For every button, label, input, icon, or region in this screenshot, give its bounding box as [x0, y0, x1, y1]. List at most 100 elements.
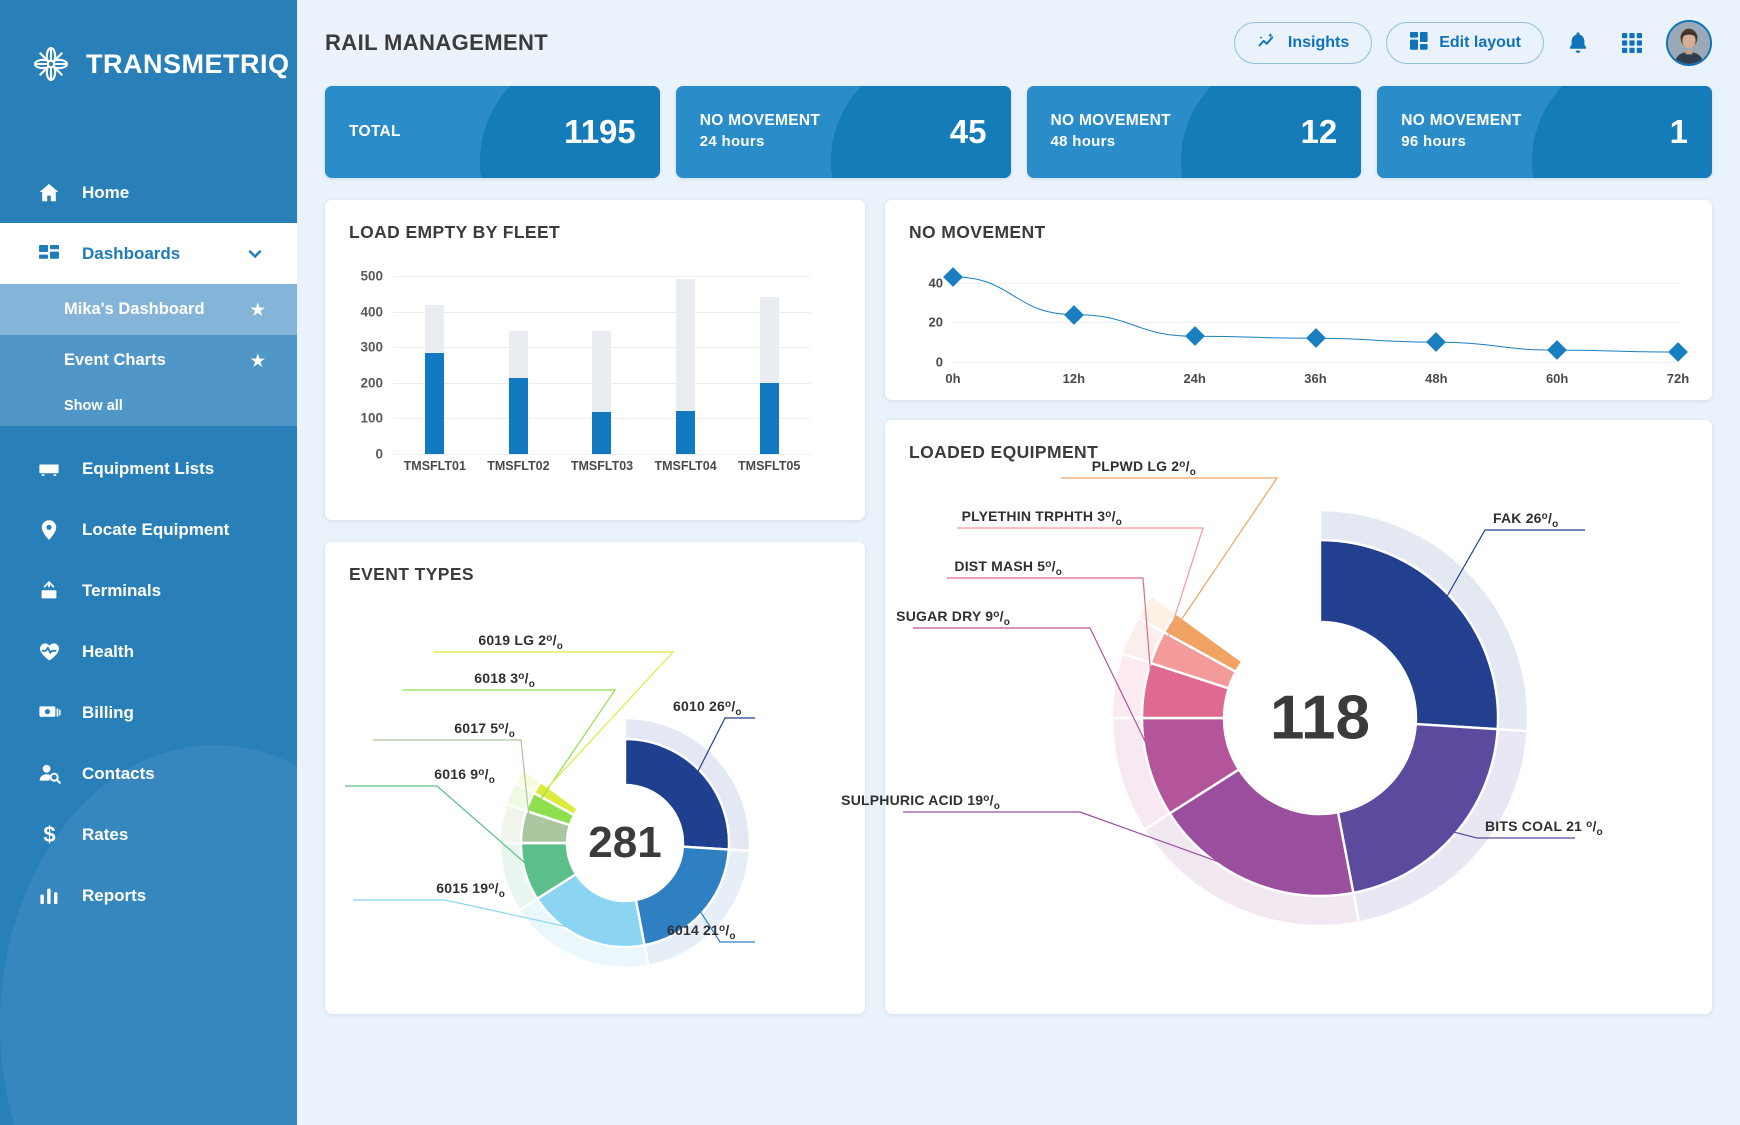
kpi-label-text: NO MOVEMENT — [1401, 112, 1522, 130]
kpi-value: 12 — [1300, 113, 1338, 150]
kpi-card-total[interactable]: TOTAL 1195 — [325, 86, 660, 178]
notifications-bell-button[interactable] — [1558, 23, 1598, 63]
dashboard-app: TRANSMETRIQ Home Dashboards Mika's Dashb… — [0, 0, 1740, 1125]
line-chart: 0 20 40 0h 12h 24h 36h 48h 60h 72h — [909, 261, 1689, 391]
card-title: LOAD EMPTY BY FLEET — [349, 222, 561, 242]
bar-column[interactable]: TMSFLT01 — [393, 269, 477, 473]
svg-text:$: $ — [43, 822, 55, 847]
card-title: EVENT TYPES — [349, 564, 474, 584]
sidebar-item-label: Dashboards — [82, 243, 181, 263]
donut-slice-label: FAK 26o/o — [1493, 510, 1559, 530]
sidebar-item-locate-equipment[interactable]: Locate Equipment — [0, 499, 297, 560]
bar-loaded-fill — [508, 378, 528, 454]
kpi-row: TOTAL 1195 NO MOVEMENT 24 hours 45 NO MO… — [297, 86, 1740, 178]
banknote-icon — [36, 700, 62, 726]
sidebar-item-terminals[interactable]: Terminals — [0, 560, 297, 621]
bar-loaded-fill — [592, 412, 612, 454]
sidebar-item-label: Home — [82, 182, 130, 202]
kpi-label: NO MOVEMENT 96 hours — [1401, 111, 1521, 153]
sidebar-item-home[interactable]: Home — [0, 162, 297, 223]
sidebar-subitem-mikas-dashboard[interactable]: Mika's Dashboard ★ — [0, 284, 297, 335]
star-icon[interactable]: ★ — [251, 351, 265, 371]
y-axis-tick-label: 400 — [360, 304, 383, 320]
sidebar-subitem-label: Mika's Dashboard — [64, 300, 205, 318]
left-column: LOAD EMPTY BY FLEET 0 100 200 300 400 500 TMSF… — [325, 200, 865, 1014]
kpi-value: 1 — [1669, 113, 1688, 150]
bar-chart-icon — [36, 883, 62, 909]
kpi-sublabel-text: 48 hours — [1050, 133, 1116, 150]
donut-center-value: 281 — [588, 818, 662, 867]
railcar-icon — [36, 456, 62, 482]
dollar-icon: $ — [36, 822, 62, 848]
bar-column[interactable]: TMSFLT02 — [477, 269, 561, 473]
sidebar-item-reports[interactable]: Reports — [0, 865, 297, 926]
bar-column[interactable]: TMSFLT03 — [560, 269, 644, 473]
insights-label: Insights — [1287, 34, 1350, 51]
layout-grid-icon — [1409, 31, 1429, 56]
kpi-card-no-movement-24h[interactable]: NO MOVEMENT 24 hours 45 — [675, 86, 1011, 178]
x-axis-tick-label: 60h — [1545, 371, 1569, 386]
donut-slice-label: 6019 LG 2o/o — [478, 632, 563, 652]
sidebar-item-label: Rates — [82, 824, 129, 844]
sidebar-item-equipment-lists[interactable]: Equipment Lists — [0, 438, 297, 499]
y-axis-tick-label: 100 — [360, 410, 383, 426]
chevron-down-icon[interactable] — [245, 244, 265, 264]
donut-slice-label: 6014 21o/o — [667, 922, 736, 942]
apps-grid-button[interactable] — [1612, 23, 1652, 63]
donut-slice-label: BITS COAL 21 o/o — [1485, 818, 1603, 838]
star-icon[interactable]: ★ — [251, 300, 265, 320]
donut-slice-label: SULPHURIC ACID 19o/o — [841, 792, 1000, 812]
user-avatar[interactable] — [1666, 20, 1712, 66]
sidebar-item-contacts[interactable]: Contacts — [0, 743, 297, 804]
kpi-label-text: TOTAL — [349, 122, 401, 140]
sidebar-nav: Home Dashboards Mika's Dashboard ★ Event… — [0, 162, 297, 926]
y-axis-tick-label: 200 — [360, 375, 383, 391]
heart-pulse-icon — [36, 639, 62, 665]
trend-line-sparkle-icon — [1257, 30, 1278, 56]
bar-column[interactable]: TMSFLT05 — [727, 269, 811, 473]
bar-group: TMSFLT01 TMSFLT02 TMSFLT03 TMSFLT04 TMSFLT05 — [393, 269, 811, 473]
x-axis-tick-label: TMSFLT05 — [738, 459, 801, 473]
kpi-sublabel-text: 96 hours — [1401, 133, 1467, 150]
sidebar: TRANSMETRIQ Home Dashboards Mika's Dashb… — [0, 0, 297, 1125]
loaded-equipment-donut: 118 FAK 26o/o BITS COAL 21 o/o SULPHURIC AC… — [841, 458, 1712, 1010]
terminal-crane-icon — [36, 578, 62, 604]
kpi-card-no-movement-48h[interactable]: NO MOVEMENT 48 hours 12 — [1026, 86, 1362, 178]
sidebar-item-label: Health — [82, 641, 134, 661]
brand[interactable]: TRANSMETRIQ — [0, 0, 297, 100]
kpi-label: NO MOVEMENT 48 hours — [1051, 111, 1171, 153]
card-title: NO MOVEMENT — [909, 222, 1046, 242]
donut-slice-label: 6015 19o/o — [436, 880, 505, 900]
dashboards-grid-icon — [36, 241, 62, 267]
sidebar-item-dashboards[interactable]: Dashboards — [0, 223, 297, 284]
bar-column[interactable]: TMSFLT04 — [644, 269, 728, 473]
x-axis-tick-label: TMSFLT04 — [654, 459, 717, 473]
person-search-icon — [36, 761, 62, 787]
kpi-label-text: NO MOVEMENT — [699, 112, 821, 130]
sidebar-item-rates[interactable]: $ Rates — [0, 804, 297, 865]
y-axis-tick-label: 40 — [928, 275, 943, 291]
edit-layout-label: Edit layout — [1439, 34, 1521, 51]
donut-slice-label: 6017 5o/o — [454, 720, 515, 740]
insights-button[interactable]: Insights — [1233, 22, 1373, 64]
card-loaded-equipment: LOADED EQUIPMENT 118 FAK 26o/o BITS COAL 2… — [841, 420, 1712, 1014]
sidebar-item-health[interactable]: Health — [0, 621, 297, 682]
x-axis-tick-label: 36h — [1304, 371, 1327, 386]
kpi-card-no-movement-96h[interactable]: NO MOVEMENT 96 hours 1 — [1377, 86, 1712, 178]
sidebar-show-all[interactable]: Show all — [0, 386, 297, 426]
edit-layout-button[interactable]: Edit layout — [1386, 22, 1544, 64]
x-axis-tick-label: 0h — [945, 371, 961, 386]
kpi-value: 45 — [949, 113, 987, 150]
sidebar-item-billing[interactable]: Billing — [0, 682, 297, 743]
sidebar-subitem-event-charts[interactable]: Event Charts ★ — [0, 335, 297, 386]
kpi-label-text: NO MOVEMENT — [1050, 112, 1171, 130]
donut-center-value: 118 — [1269, 683, 1371, 753]
card-event-types: EVENT TYPES 281 6010 26o/o 6014 21o/o 6015 … — [325, 542, 865, 1014]
bar-chart: 0 100 200 300 400 500 TMSFLT01 TMSFLT02 TMSFLT03… — [345, 269, 845, 499]
page-title: RAIL MANAGEMENT — [325, 30, 549, 55]
bar-loaded-fill — [676, 411, 696, 454]
topbar-actions: Insights Edit layout — [1233, 20, 1712, 66]
x-axis-tick-label: 24h — [1183, 371, 1206, 386]
line-chart-plot: 0 20 40 0h 12h 24h 36h 48h 60h 72h — [929, 266, 1689, 386]
donut-slice-label: PLPWD LG 2o/o — [1091, 458, 1196, 478]
